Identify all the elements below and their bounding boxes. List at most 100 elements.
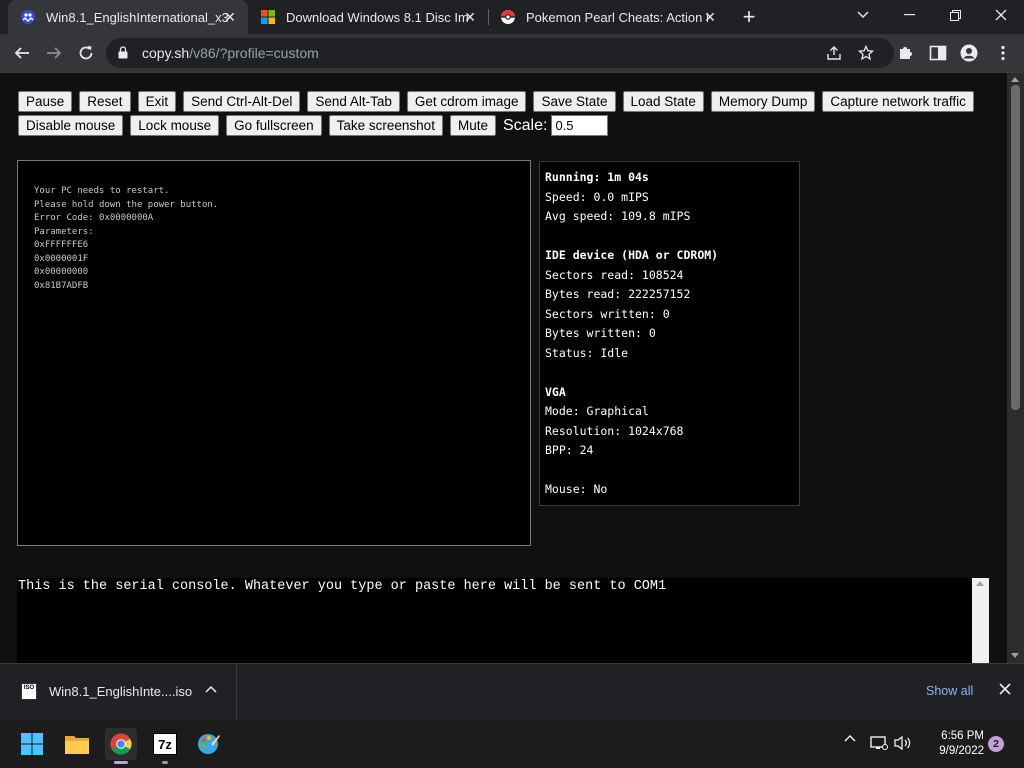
tab-strip: Win8.1_EnglishInternational_x32.i ✕ Down…: [0, 0, 1024, 34]
url-text[interactable]: copy.sh/v86/?profile=custom: [142, 45, 319, 61]
tab-title: Pokemon Pearl Cheats: Action Rep: [526, 9, 708, 25]
start-button[interactable]: [16, 728, 48, 760]
file-explorer-button[interactable]: [61, 728, 93, 760]
7zip-button[interactable]: 7z: [149, 728, 181, 764]
stat-sectors-read: Sectors read: 108524: [545, 267, 684, 282]
lock-icon[interactable]: [118, 46, 128, 59]
running-app-indicator: [162, 761, 168, 764]
windows-taskbar: 7z 6:56 PM 9/9/2022 2: [0, 720, 1024, 768]
extensions-puzzle-icon[interactable]: [897, 44, 915, 62]
reset-button[interactable]: Reset: [79, 91, 131, 112]
7zip-icon: 7z: [153, 733, 177, 755]
speaker-icon[interactable]: [894, 735, 912, 751]
take-screenshot-button[interactable]: Take screenshot: [328, 115, 443, 136]
download-item[interactable]: ISO Win8.1_EnglishInte....iso: [0, 664, 237, 720]
v86-controls-row2: Disable mouse Lock mouse Go fullscreen T…: [18, 115, 609, 136]
stat-spacer: [545, 227, 794, 247]
paint-button[interactable]: [193, 728, 225, 760]
tab-close-icon[interactable]: ✕: [702, 9, 718, 25]
bsod-line: Error Code: 0x0000000A: [34, 213, 154, 223]
serial-console-scrollbar[interactable]: [972, 578, 989, 663]
serial-console[interactable]: This is the serial console. Whatever you…: [17, 578, 972, 663]
stat-mode: Mode: Graphical: [545, 404, 649, 418]
address-bar[interactable]: copy.sh/v86/?profile=custom: [106, 38, 894, 68]
capture-network-traffic-button[interactable]: Capture network traffic: [822, 91, 974, 112]
clock-date: 9/9/2022: [939, 745, 984, 757]
notification-badge[interactable]: 2: [988, 736, 1004, 752]
pause-button[interactable]: Pause: [18, 91, 73, 112]
save-state-button[interactable]: Save State: [533, 91, 616, 112]
download-file-name: Win8.1_EnglishInte....iso: [49, 684, 193, 699]
browser-toolbar: copy.sh/v86/?profile=custom: [0, 34, 1024, 72]
scale-label: Scale:: [502, 116, 548, 134]
scale-input[interactable]: [551, 115, 609, 136]
send-ctrl-alt-del-button[interactable]: Send Ctrl-Alt-Del: [183, 91, 301, 112]
chrome-icon: [110, 733, 132, 755]
page-content: Pause Reset Exit Send Ctrl-Alt-Del Send …: [0, 73, 1007, 663]
send-alt-tab-button[interactable]: Send Alt-Tab: [307, 91, 400, 112]
stat-spacer: [545, 461, 794, 481]
bsod-line: Please hold down the power button.: [34, 199, 219, 210]
stat-status: Status: Idle: [545, 345, 629, 360]
tab-close-icon[interactable]: ✕: [462, 9, 478, 25]
close-icon[interactable]: [999, 683, 1011, 695]
emulator-screen[interactable]: Your PC needs to restart. Please hold dow…: [17, 160, 531, 546]
stat-ide-heading: IDE device (HDA or CDROM): [545, 248, 719, 262]
v86-icon: [21, 10, 35, 24]
profile-avatar-icon[interactable]: [960, 44, 978, 62]
paint-icon: [198, 734, 220, 754]
side-panel-icon[interactable]: [929, 44, 947, 62]
bsod-line: 0x0000001F: [34, 253, 89, 264]
reload-button[interactable]: [74, 41, 98, 65]
tab-v86[interactable]: Win8.1_EnglishInternational_x32.i ✕: [8, 0, 248, 34]
forward-button[interactable]: [42, 41, 66, 65]
start-icon: [21, 733, 43, 755]
tab-download-windows[interactable]: Download Windows 8.1 Disc Image ✕: [248, 0, 488, 34]
disable-mouse-button[interactable]: Disable mouse: [18, 115, 124, 136]
close-icon: [995, 9, 1007, 21]
microsoft-icon: [261, 10, 275, 24]
mute-button[interactable]: Mute: [449, 115, 496, 136]
minimize-icon: [903, 14, 915, 16]
taskbar-clock[interactable]: 6:56 PM 9/9/2022: [920, 729, 984, 759]
show-all-downloads-link[interactable]: Show all: [926, 684, 973, 698]
chevron-up-icon[interactable]: [205, 685, 217, 693]
scroll-down-arrow-icon[interactable]: [1011, 653, 1019, 658]
bookmark-star-icon[interactable]: [858, 45, 874, 61]
stat-mouse: Mouse: No: [545, 482, 608, 496]
kebab-menu-icon[interactable]: [994, 44, 1012, 62]
load-state-button[interactable]: Load State: [622, 91, 704, 112]
stat-spacer: [545, 363, 794, 383]
minimize-button[interactable]: [886, 0, 932, 30]
exit-button[interactable]: Exit: [137, 91, 177, 112]
restore-icon: [949, 9, 961, 21]
scrollbar-thumb[interactable]: [1011, 85, 1020, 410]
url-path: /v86/?profile=custom: [189, 45, 319, 61]
bsod-line: 0xFFFFFFE6: [34, 240, 89, 250]
stat-speed: Speed: 0.0 mIPS: [545, 189, 649, 204]
chrome-button[interactable]: [105, 728, 137, 764]
share-icon[interactable]: [826, 45, 842, 61]
clock-time: 6:56 PM: [941, 730, 984, 742]
new-tab-button[interactable]: +: [738, 6, 760, 28]
memory-dump-button[interactable]: Memory Dump: [710, 91, 816, 112]
chevron-up-icon[interactable]: [844, 734, 856, 742]
page-scrollbar[interactable]: [1007, 73, 1024, 663]
get-cdrom-image-button[interactable]: Get cdrom image: [406, 91, 527, 112]
bsod-line: Parameters:: [34, 226, 94, 237]
bsod-line: 0x81B7ADFB: [34, 280, 89, 291]
url-host: copy.sh: [142, 45, 190, 61]
restore-button[interactable]: [932, 0, 978, 30]
network-icon[interactable]: [870, 735, 888, 751]
pokeball-icon: [501, 10, 515, 24]
tab-close-icon[interactable]: ✕: [222, 9, 238, 25]
scroll-up-arrow-icon[interactable]: [976, 581, 984, 586]
scroll-up-arrow-icon[interactable]: [1011, 77, 1019, 82]
back-button[interactable]: [10, 41, 34, 65]
go-fullscreen-button[interactable]: Go fullscreen: [226, 115, 322, 136]
forward-arrow-icon: [47, 47, 62, 59]
close-window-button[interactable]: [978, 0, 1024, 30]
lock-mouse-button[interactable]: Lock mouse: [130, 115, 220, 136]
tab-pokemon-cheats[interactable]: Pokemon Pearl Cheats: Action Rep ✕: [488, 0, 728, 34]
tab-search-button[interactable]: [840, 0, 886, 30]
